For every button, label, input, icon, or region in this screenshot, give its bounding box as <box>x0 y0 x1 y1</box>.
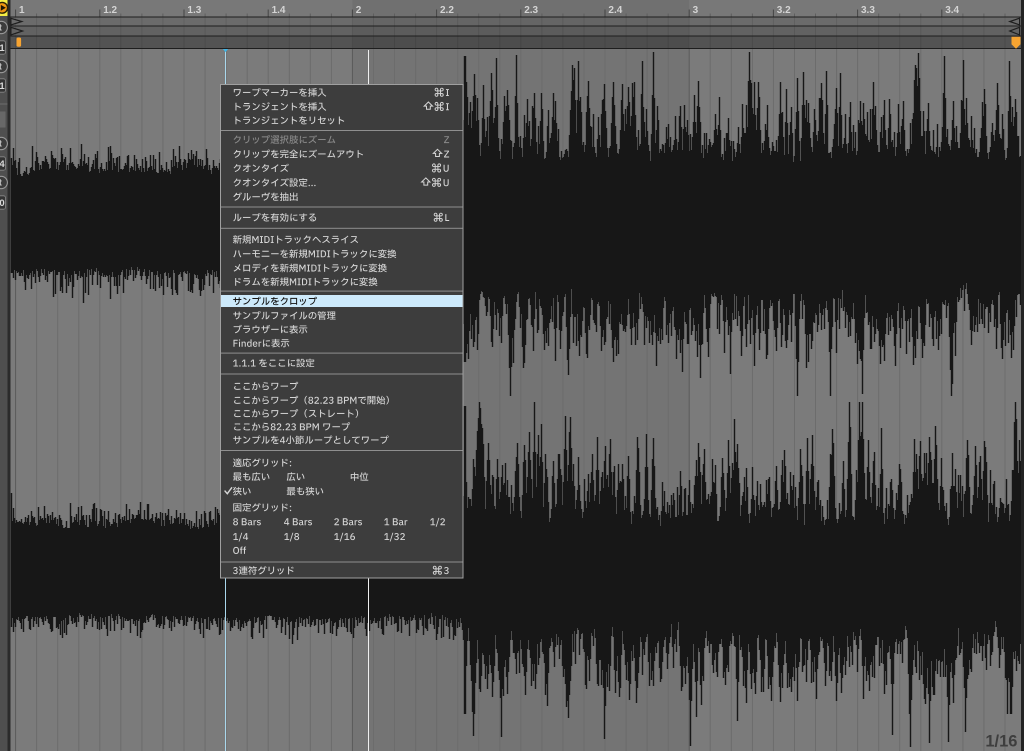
svg-text:3.3: 3.3 <box>861 5 875 16</box>
svg-text:1.4: 1.4 <box>272 5 286 16</box>
svg-text:1.2: 1.2 <box>103 5 117 16</box>
svg-text:4: 4 <box>0 159 5 170</box>
svg-text:t: t <box>0 178 2 188</box>
svg-text:1/16: 1/16 <box>985 733 1017 751</box>
svg-text:1: 1 <box>19 5 25 16</box>
svg-text:t: t <box>0 139 2 149</box>
svg-text:0: 0 <box>0 198 5 209</box>
svg-text:t: t <box>0 62 2 72</box>
svg-text:2.4: 2.4 <box>608 5 622 16</box>
svg-text:2.3: 2.3 <box>524 5 538 16</box>
svg-text:3: 3 <box>693 5 699 16</box>
svg-text:1: 1 <box>0 81 5 92</box>
svg-text:2: 2 <box>356 5 362 16</box>
svg-text:t: t <box>0 23 2 33</box>
svg-text:3.2: 3.2 <box>777 5 791 16</box>
svg-text:1: 1 <box>0 43 5 54</box>
svg-text:3.4: 3.4 <box>945 5 959 16</box>
svg-text:2.2: 2.2 <box>440 5 454 16</box>
svg-text:1.3: 1.3 <box>187 5 201 16</box>
